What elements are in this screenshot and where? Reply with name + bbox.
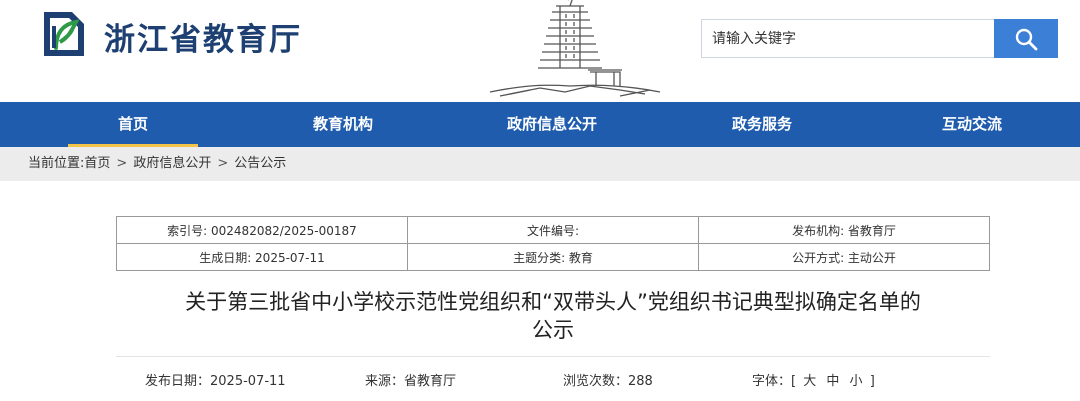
nav-item-services[interactable]: 政务服务: [702, 102, 822, 147]
nav-item-interaction[interactable]: 互动交流: [912, 102, 1032, 147]
font-size-label: 字体：: [752, 374, 792, 389]
site-header: 浙江省教育厅: [0, 0, 1080, 102]
font-size-large-button[interactable]: 大: [803, 374, 816, 389]
divider: [116, 356, 990, 357]
breadcrumb-separator: >: [217, 156, 229, 171]
breadcrumb-separator: >: [116, 156, 128, 171]
meta-created-date: 生成日期: 2025-07-11: [116, 243, 408, 271]
document-meta-table: 索引号: 002482082/2025-00187 文件编号: 发布机构: 省教…: [116, 216, 990, 271]
meta-disclosure: 公开方式: 主动公开: [698, 243, 990, 271]
search-icon: [1015, 28, 1038, 50]
font-size-small-button[interactable]: 小: [850, 374, 863, 389]
font-bracket-open: [: [791, 374, 797, 389]
main-nav: 首页 教育机构 政府信息公开 政务服务 互动交流: [0, 102, 1080, 147]
search-input[interactable]: [702, 20, 994, 57]
article-title: 关于第三批省中小学校示范性党组织和“双带头人”党组织书记典型拟确定名单的 公示: [116, 288, 990, 344]
breadcrumb: 当前位置:首页 > 政府信息公开 > 公告公示: [28, 147, 286, 181]
search-bar: [701, 19, 1058, 58]
font-size-control: 字体：[ 大 中 小 ]: [752, 370, 875, 389]
meta-category: 主题分类: 教育: [407, 243, 699, 271]
article-source: 来源：省教育厅: [365, 374, 457, 389]
article-title-line-1: 关于第三批省中小学校示范性党组织和“双带头人”党组织书记典型拟确定名单的: [185, 290, 921, 314]
meta-document-number: 文件编号:: [407, 216, 699, 244]
font-bracket-close: ]: [869, 374, 875, 389]
publish-date: 发布日期：2025-07-11: [145, 374, 286, 389]
breadcrumb-item-home[interactable]: 首页: [84, 156, 110, 171]
table-row: 生成日期: 2025-07-11 主题分类: 教育 公开方式: 主动公开: [116, 243, 990, 271]
breadcrumb-bar: 当前位置:首页 > 政府信息公开 > 公告公示: [0, 147, 1080, 181]
breadcrumb-prefix: 当前位置:: [28, 156, 85, 171]
site-title[interactable]: 浙江省教育厅: [104, 14, 302, 59]
nav-item-home[interactable]: 首页: [68, 102, 198, 147]
pagoda-illustration: [489, 0, 661, 97]
article-title-line-2: 公示: [532, 318, 574, 342]
meta-publisher: 发布机构: 省教育厅: [698, 216, 990, 244]
table-row: 索引号: 002482082/2025-00187 文件编号: 发布机构: 省教…: [116, 216, 990, 244]
view-count: 浏览次数：288: [563, 374, 653, 389]
nav-item-institutions[interactable]: 教育机构: [283, 102, 403, 147]
nav-item-gov-info[interactable]: 政府信息公开: [487, 102, 617, 147]
breadcrumb-item-notices[interactable]: 公告公示: [234, 156, 286, 171]
meta-index-number: 索引号: 002482082/2025-00187: [116, 216, 408, 244]
search-button[interactable]: [994, 19, 1058, 58]
education-logo-icon[interactable]: [38, 8, 90, 60]
font-size-medium-button[interactable]: 中: [826, 374, 839, 389]
breadcrumb-item-gov-info[interactable]: 政府信息公开: [133, 156, 211, 171]
